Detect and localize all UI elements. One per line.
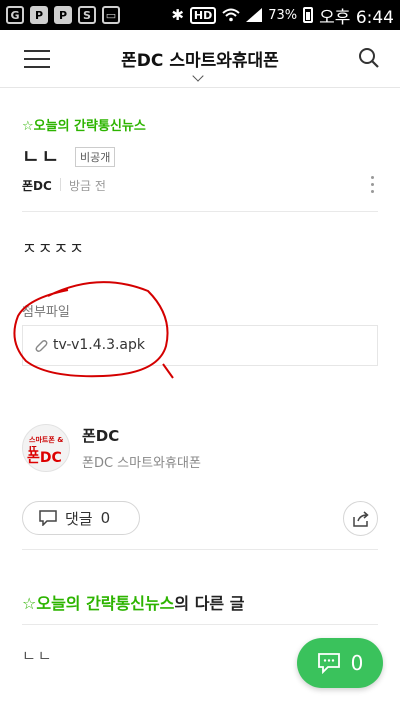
notification-icons: G P P S ▭ bbox=[6, 6, 120, 24]
s-icon: S bbox=[78, 6, 96, 24]
chevron-down-icon[interactable] bbox=[192, 70, 204, 82]
avatar-logo-text: 폰DC bbox=[27, 450, 62, 466]
status-bar: G P P S ▭ ✱ HD 73% 오후 6:44 bbox=[0, 0, 400, 30]
divider bbox=[22, 211, 378, 212]
more-options-icon[interactable] bbox=[371, 176, 375, 196]
meta-separator bbox=[60, 178, 61, 191]
search-icon[interactable] bbox=[358, 47, 380, 69]
chat-bubble-icon bbox=[317, 653, 340, 674]
other-post-item[interactable]: ㄴㄴ bbox=[22, 645, 54, 666]
app-header: 폰DC 스마트와휴대폰 bbox=[0, 30, 400, 88]
divider bbox=[22, 624, 378, 625]
signal-icon bbox=[246, 8, 263, 22]
comment-label: 댓글 bbox=[65, 509, 93, 528]
wifi-icon bbox=[222, 8, 240, 22]
board-link[interactable]: ☆오늘의 간략통신뉴스 bbox=[22, 115, 146, 134]
g-icon: G bbox=[6, 6, 24, 24]
battery-percent: 73% bbox=[268, 7, 298, 23]
clock: 오후 6:44 bbox=[319, 7, 394, 28]
other-posts-suffix: 의 다른 글 bbox=[174, 594, 245, 613]
profile-cafe-name[interactable]: 폰DC 스마트와휴대폰 bbox=[82, 452, 201, 471]
comment-button[interactable]: 댓글 0 bbox=[22, 501, 140, 535]
p-icon: P bbox=[54, 6, 72, 24]
bluetooth-icon: ✱ bbox=[171, 6, 184, 24]
share-button[interactable] bbox=[343, 501, 378, 536]
post-time: 방금 전 bbox=[69, 179, 106, 193]
hd-icon: HD bbox=[189, 6, 217, 24]
comment-icon bbox=[39, 510, 57, 526]
post-title: ㄴㄴ bbox=[22, 146, 61, 168]
p-icon: P bbox=[30, 6, 48, 24]
profile-name[interactable]: 폰DC bbox=[82, 425, 119, 446]
attachment-label: 첨부파일 bbox=[22, 305, 70, 320]
share-icon bbox=[352, 510, 369, 527]
gallery-icon: ▭ bbox=[102, 6, 120, 24]
attachment-filename[interactable]: tv-v1.4.3.apk bbox=[53, 337, 145, 353]
post-author[interactable]: 폰DC bbox=[22, 177, 52, 194]
paperclip-icon bbox=[35, 340, 48, 352]
other-posts-heading: ☆오늘의 간략통신뉴스의 다른 글 bbox=[22, 590, 244, 614]
fab-comment-count: 0 bbox=[350, 651, 364, 675]
comment-fab[interactable]: 0 bbox=[297, 638, 383, 688]
private-badge: 비공개 bbox=[75, 147, 116, 167]
battery-icon bbox=[303, 7, 314, 23]
other-posts-board[interactable]: ☆오늘의 간략통신뉴스 bbox=[22, 594, 174, 613]
cafe-title[interactable]: 폰DC 스마트와휴대폰 bbox=[0, 46, 400, 71]
comment-count: 0 bbox=[100, 509, 111, 527]
divider bbox=[22, 549, 378, 550]
cafe-avatar[interactable]: 스마트폰 & IT 폰DC bbox=[22, 424, 70, 472]
post-body: ㅈㅈㅈㅈ bbox=[22, 239, 85, 258]
attachment-item[interactable]: tv-v1.4.3.apk bbox=[22, 325, 378, 366]
